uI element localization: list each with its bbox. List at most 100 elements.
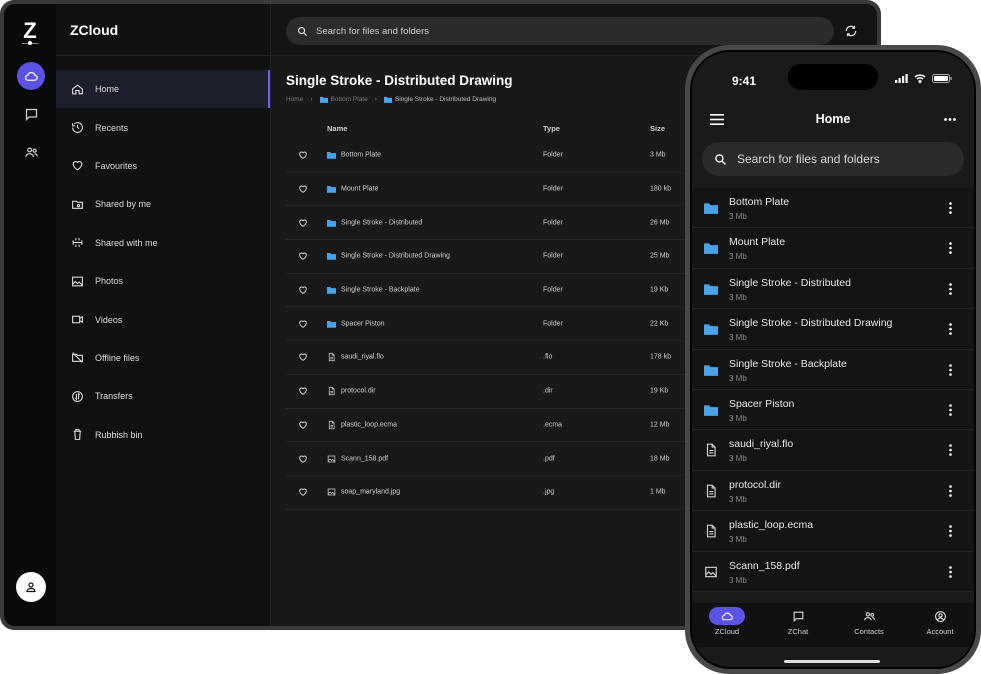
column-name-header[interactable]: Name — [327, 124, 347, 133]
sidebar-divider — [56, 55, 270, 56]
file-icon — [327, 420, 336, 429]
sidebar-item-home[interactable]: Home — [56, 70, 270, 109]
list-item[interactable]: Single Stroke - Distributed 3 Mb — [692, 268, 974, 310]
phone-search-input[interactable]: Search for files and folders — [702, 142, 964, 176]
sidebar-item-label: Shared by me — [95, 199, 152, 210]
rail-cloud-button[interactable] — [17, 62, 45, 90]
list-item[interactable]: saudi_riyal.flo 3 Mb — [692, 430, 974, 471]
account-avatar-button[interactable] — [16, 572, 46, 602]
column-size-header[interactable]: Size — [650, 124, 665, 133]
column-type-header[interactable]: Type — [543, 124, 560, 133]
sidebar-item-shared-by-me[interactable]: Shared by me — [56, 185, 270, 223]
table-row[interactable]: Single Stroke - Distributed Drawing Folde… — [286, 240, 706, 274]
sidebar-item-videos[interactable]: Videos — [56, 300, 270, 338]
history-icon — [72, 122, 83, 133]
file-size: 3 Mb — [729, 535, 747, 545]
rail-contacts-button[interactable] — [17, 138, 45, 166]
share-arrows-icon — [72, 238, 83, 248]
list-item[interactable]: Scann_158.pdf 3 Mb — [692, 551, 974, 592]
file-name: saudi_riyal.flo — [729, 438, 794, 451]
heart-icon[interactable] — [298, 420, 308, 430]
breadcrumb-current: Single Stroke - Distributed Drawing — [394, 96, 497, 103]
table-row[interactable]: Mount Plate Folder 180 kb — [286, 173, 706, 207]
sidebar-item-rubbish-bin[interactable]: Rubbish bin — [56, 416, 270, 454]
breadcrumb-level1[interactable]: Bottom Plate — [331, 96, 368, 103]
list-item[interactable]: Bottom Plate 3 Mb — [692, 188, 974, 229]
refresh-icon[interactable] — [844, 24, 858, 38]
list-item[interactable]: Single Stroke - Backplate 3 Mb — [692, 349, 974, 390]
table-row[interactable]: Single Stroke - Backplate Folder 19 Kb — [286, 274, 706, 308]
logo-dot — [28, 41, 32, 45]
table-row[interactable]: soap_maryland.jpg .jpg 1 Mb — [286, 476, 706, 510]
folder-icon — [704, 363, 718, 377]
table-row[interactable]: Scann_158.pdf .pdf 18 Mb — [286, 442, 706, 476]
rail-chat-button[interactable] — [17, 100, 45, 128]
more-vertical-icon[interactable] — [949, 404, 952, 416]
file-name: Single Stroke - Distributed Drawing — [729, 317, 893, 330]
more-vertical-icon[interactable] — [949, 202, 952, 214]
sidebar-item-shared-with-me[interactable]: Shared with me — [56, 224, 270, 262]
table-row[interactable]: protocol.dir .dir 19 Kb — [286, 375, 706, 409]
heart-icon[interactable] — [298, 454, 308, 464]
sidebar-item-label: Rubbish bin — [95, 429, 143, 440]
breadcrumb-home[interactable]: Home — [286, 96, 303, 103]
more-vertical-icon[interactable] — [949, 323, 952, 335]
file-size: 3 Mb — [729, 575, 747, 585]
tab-contacts[interactable]: Contacts — [844, 607, 894, 636]
file-name: Spacer Piston — [729, 397, 795, 410]
table-row[interactable]: Single Stroke - Distributed Folder 26 Mb — [286, 206, 706, 241]
sidebar-item-label: Transfers — [95, 391, 133, 402]
heart-icon[interactable] — [298, 352, 308, 362]
trash-icon — [73, 429, 82, 441]
heart-icon[interactable] — [298, 150, 308, 160]
phone-tab-bar: ZCloud ZChat Contacts Account — [692, 603, 974, 647]
tab-account[interactable]: Account — [915, 607, 965, 636]
file-type: Folder — [543, 185, 563, 193]
table-row[interactable]: Spacer Piston Folder 22 Kb — [286, 307, 706, 342]
heart-icon[interactable] — [298, 487, 308, 497]
more-vertical-icon[interactable] — [949, 363, 952, 376]
sidebar-item-recents[interactable]: Recents — [56, 108, 270, 146]
list-item[interactable]: plastic_loop.ecma 3 Mb — [692, 511, 974, 552]
heart-icon[interactable] — [298, 285, 308, 295]
file-name: Bottom Plate — [341, 151, 382, 159]
heart-icon[interactable] — [298, 218, 308, 228]
heart-icon[interactable] — [298, 386, 308, 396]
more-horizontal-icon[interactable] — [944, 118, 956, 121]
more-vertical-icon[interactable] — [949, 565, 952, 578]
list-item[interactable]: Single Stroke - Distributed Drawing 3 Mb — [692, 309, 974, 350]
sidebar-item-photos[interactable]: Photos — [56, 262, 270, 300]
folder-icon — [704, 201, 718, 215]
more-vertical-icon[interactable] — [949, 242, 952, 255]
table-row[interactable]: Bottom Plate Folder 3 Mb — [286, 139, 706, 173]
folder-icon — [327, 218, 336, 227]
sidebar-item-transfers[interactable]: Transfers — [56, 377, 270, 415]
folder-icon — [704, 322, 718, 336]
sidebar-item-label: Favourites — [95, 160, 138, 171]
sidebar-item-offline-files[interactable]: Offline files — [56, 339, 270, 377]
tab-zcloud[interactable]: ZCloud — [702, 607, 752, 636]
tab-zchat[interactable]: ZChat — [773, 607, 823, 636]
account-icon — [934, 610, 947, 623]
heart-icon[interactable] — [298, 251, 308, 261]
heart-icon[interactable] — [298, 184, 308, 194]
file-size: 3 Mb — [729, 292, 747, 302]
file-type: Folder — [543, 219, 563, 227]
search-input[interactable]: Search for files and folders — [286, 17, 834, 45]
more-vertical-icon[interactable] — [949, 282, 952, 295]
list-item[interactable]: Mount Plate 3 Mb — [692, 228, 974, 269]
list-item[interactable]: Spacer Piston 3 Mb — [692, 389, 974, 431]
file-size: 3 Mb — [729, 212, 747, 221]
list-item[interactable]: protocol.dir 3 Mb — [692, 470, 974, 512]
tab-icon-wrap — [780, 607, 816, 625]
heart-icon[interactable] — [298, 319, 308, 329]
more-vertical-icon[interactable] — [949, 444, 952, 457]
table-row[interactable]: saudi_riyal.flo .flo 178 kb — [286, 341, 706, 375]
sidebar-item-favourites[interactable]: Favourites — [56, 147, 270, 185]
table-row[interactable]: plastic_loop.ecma .ecma 12 Mb — [286, 409, 706, 443]
home-icon — [72, 84, 83, 95]
more-vertical-icon[interactable] — [949, 484, 952, 497]
more-vertical-icon[interactable] — [949, 525, 952, 537]
file-size: 19 Kb — [650, 387, 669, 395]
page-title: Single Stroke - Distributed Drawing — [286, 73, 513, 88]
